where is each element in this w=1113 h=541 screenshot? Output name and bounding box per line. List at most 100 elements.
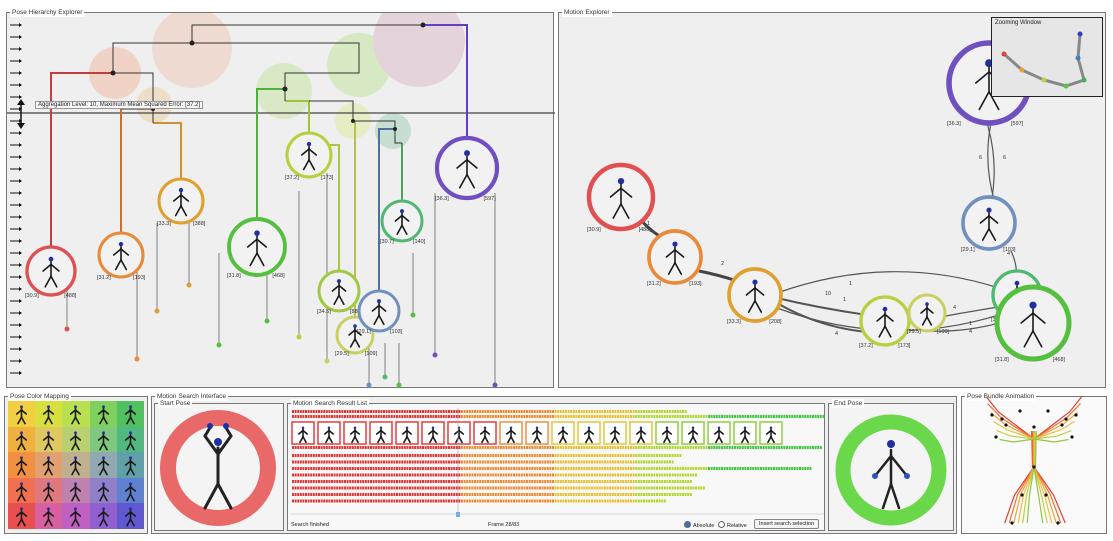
result-frame-cell[interactable] xyxy=(435,460,437,464)
result-frame-cell[interactable] xyxy=(671,460,674,464)
result-frame-cell[interactable] xyxy=(424,486,427,490)
result-frame-cell[interactable] xyxy=(541,486,544,490)
result-frame-cell[interactable] xyxy=(479,480,482,483)
result-frame-cell[interactable] xyxy=(619,499,622,503)
result-frame-cell[interactable] xyxy=(643,454,645,457)
result-frame-cell[interactable] xyxy=(663,486,666,490)
result-frame-cell[interactable] xyxy=(557,486,560,490)
result-frame-cell[interactable] xyxy=(666,410,669,413)
result-frame-cell[interactable] xyxy=(468,446,471,449)
result-frame-cell[interactable] xyxy=(474,480,476,483)
result-frame-cell[interactable] xyxy=(601,410,604,413)
result-frame-cell[interactable] xyxy=(596,467,599,470)
result-frame-cell[interactable] xyxy=(523,415,526,418)
result-frame-cell[interactable] xyxy=(463,486,466,490)
result-frame-cell[interactable] xyxy=(351,480,354,483)
result-frame-cell[interactable] xyxy=(819,415,822,418)
result-frame-cell[interactable] xyxy=(645,446,648,449)
result-frame-cell[interactable] xyxy=(411,415,414,418)
result-frame-cell[interactable] xyxy=(320,499,323,503)
result-frame-cell[interactable] xyxy=(375,499,378,503)
result-frame-cell[interactable] xyxy=(661,446,664,449)
result-frame-cell[interactable] xyxy=(409,499,411,503)
result-frame-cell[interactable] xyxy=(315,410,318,413)
result-frame-cell[interactable] xyxy=(383,415,385,418)
motion-node-3[interactable]: [31.2] [193] xyxy=(647,229,703,287)
result-frame-cell[interactable] xyxy=(528,486,531,490)
result-frame-cell[interactable] xyxy=(401,410,404,413)
result-frame-cell[interactable] xyxy=(336,499,339,503)
result-frame-cell[interactable] xyxy=(476,410,479,413)
result-frame-cell[interactable] xyxy=(500,480,502,483)
result-frame-cell[interactable] xyxy=(474,415,476,418)
result-frame-cell[interactable] xyxy=(377,499,380,503)
result-frame-cell[interactable] xyxy=(297,460,300,464)
result-frame-cell[interactable] xyxy=(388,446,391,449)
result-frame-cell[interactable] xyxy=(783,446,786,449)
result-frame-cell[interactable] xyxy=(619,454,622,457)
result-frame-cell[interactable] xyxy=(383,467,385,470)
result-frame-cell[interactable] xyxy=(520,486,523,490)
result-frame-cell[interactable] xyxy=(536,480,539,483)
result-frame-cell[interactable] xyxy=(305,493,307,496)
result-frame-cell[interactable] xyxy=(510,467,513,470)
result-frame-cell[interactable] xyxy=(388,460,391,464)
result-frame-cell[interactable] xyxy=(578,410,580,413)
result-frame-cell[interactable] xyxy=(676,467,679,470)
result-frame-cell[interactable] xyxy=(526,454,528,457)
result-frame-cell[interactable] xyxy=(567,454,570,457)
result-frame-cell[interactable] xyxy=(775,467,778,470)
result-frame-cell[interactable] xyxy=(471,499,474,503)
result-frame-cell[interactable] xyxy=(380,467,383,470)
result-frame-cell[interactable] xyxy=(500,410,502,413)
result-frame-cell[interactable] xyxy=(466,486,469,490)
result-frame-cell[interactable] xyxy=(497,499,500,503)
result-frame-cell[interactable] xyxy=(572,467,575,470)
result-frame-cell[interactable] xyxy=(346,454,349,457)
result-frame-cell[interactable] xyxy=(630,493,632,496)
result-frame-cell[interactable] xyxy=(341,446,344,449)
result-frame-cell[interactable] xyxy=(570,499,573,503)
result-frame-cell[interactable] xyxy=(445,454,448,457)
result-frame-cell[interactable] xyxy=(414,454,417,457)
result-frame-cell[interactable] xyxy=(650,454,653,457)
result-frame-cell[interactable] xyxy=(346,446,349,449)
result-frame-cell[interactable] xyxy=(336,473,339,477)
result-frame-cell[interactable] xyxy=(598,415,601,418)
result-frame-cell[interactable] xyxy=(359,480,362,483)
result-frame-cell[interactable] xyxy=(812,446,814,449)
result-frame-cell[interactable] xyxy=(567,460,570,464)
result-frame-cell[interactable] xyxy=(453,460,456,464)
result-frame-cell[interactable] xyxy=(570,460,573,464)
result-frame-cell[interactable] xyxy=(549,480,552,483)
result-frame-cell[interactable] xyxy=(747,415,749,418)
result-frame-cell[interactable] xyxy=(500,493,502,496)
result-frame-cell[interactable] xyxy=(588,410,591,413)
result-frame-cell[interactable] xyxy=(328,499,331,503)
result-frame-cell[interactable] xyxy=(455,454,458,457)
result-frame-cell[interactable] xyxy=(351,415,354,418)
result-frame-cell[interactable] xyxy=(403,493,406,496)
result-frame-cell[interactable] xyxy=(325,486,328,490)
result-frame-cell[interactable] xyxy=(549,473,552,477)
result-frame-cell[interactable] xyxy=(463,415,466,418)
result-frame-cell[interactable] xyxy=(528,415,531,418)
result-frame-cell[interactable] xyxy=(744,446,747,449)
result-frame-cell[interactable] xyxy=(476,499,479,503)
result-frame-cell[interactable] xyxy=(440,415,443,418)
color-cell[interactable] xyxy=(8,401,36,427)
result-frame-cell[interactable] xyxy=(432,415,435,418)
result-frame-cell[interactable] xyxy=(604,446,606,449)
result-frame-cell[interactable] xyxy=(653,493,656,496)
result-frame-cell[interactable] xyxy=(671,410,674,413)
result-frame-cell[interactable] xyxy=(544,486,547,490)
result-frame-cell[interactable] xyxy=(637,480,640,483)
result-frame-cell[interactable] xyxy=(500,446,502,449)
result-frame-cell[interactable] xyxy=(461,480,463,483)
result-frame-cell[interactable] xyxy=(372,473,375,477)
result-frame-cell[interactable] xyxy=(362,473,365,477)
result-frame-cell[interactable] xyxy=(762,415,765,418)
result-frame-cell[interactable] xyxy=(674,410,677,413)
result-frame-cell[interactable] xyxy=(331,410,333,413)
result-frame-cell[interactable] xyxy=(471,480,474,483)
